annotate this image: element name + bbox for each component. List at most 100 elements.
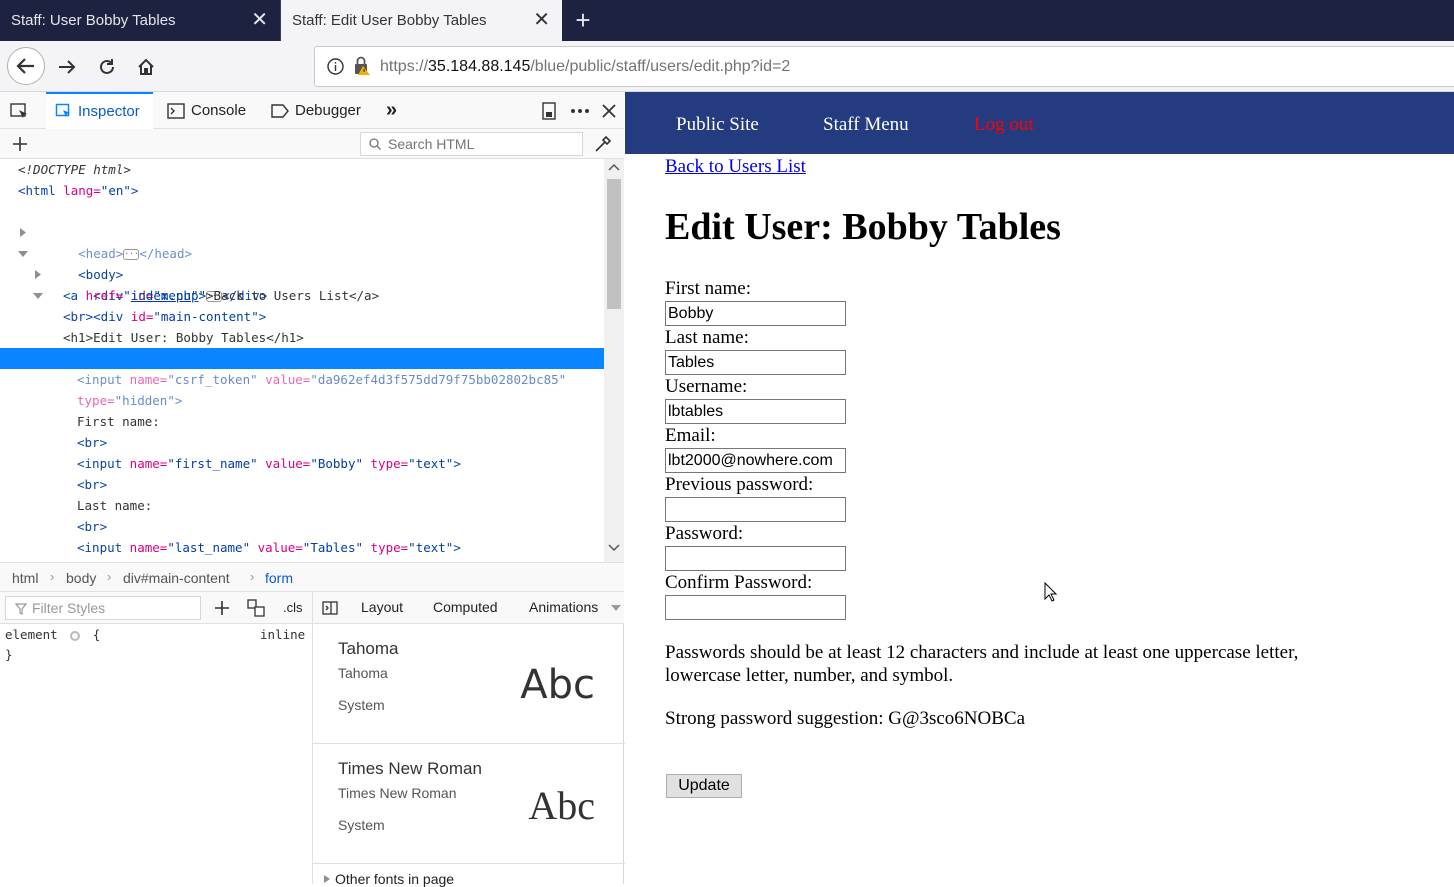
menu-staff-menu[interactable]: Staff Menu	[823, 114, 909, 136]
menu-log-out[interactable]: Log out	[974, 114, 1034, 136]
password-suggestion: Strong password suggestion: G@3sco6NOBCa	[665, 708, 1026, 729]
toggle-pseudo-class-icon[interactable]	[247, 599, 267, 617]
tab-inspector[interactable]: Inspector	[46, 92, 153, 129]
username-field[interactable]: lbtables	[665, 399, 846, 424]
toggle-sidebar-icon[interactable]	[322, 601, 338, 615]
markup-line[interactable]: <br>	[0, 516, 604, 537]
close-tab-icon[interactable]: ✕	[251, 9, 268, 31]
forward-icon[interactable]	[50, 50, 84, 84]
markup-line[interactable]: <br>	[0, 306, 604, 327]
password-field[interactable]	[665, 546, 846, 571]
markup-line[interactable]: <input name="csrf_token" value="da962ef4…	[0, 369, 604, 390]
confirm-password-label: Confirm Password:	[665, 572, 813, 593]
href-link[interactable]: index.php	[131, 288, 199, 303]
tag: <br>	[77, 519, 108, 534]
breadcrumb-item-active[interactable]: form	[265, 570, 293, 586]
markup-scrollbar[interactable]	[604, 159, 624, 562]
cls-button[interactable]: .cls	[283, 600, 303, 615]
more-tools-icon[interactable]: »	[386, 92, 397, 129]
markup-line[interactable]: <input name="first_name" value="Bobby" t…	[0, 453, 604, 474]
rule-source[interactable]: inline	[260, 627, 305, 642]
back-to-users-link[interactable]: Back to Users List	[665, 156, 806, 178]
close-tab-icon[interactable]: ✕	[533, 9, 550, 31]
url-scheme: https://	[380, 58, 429, 75]
home-icon[interactable]	[129, 50, 163, 84]
navigation-toolbar: https://35.184.88.145/blue/public/staff/…	[0, 41, 1454, 92]
browser-tab-active[interactable]: Staff: Edit User Bobby Tables ✕	[281, 0, 562, 41]
insecure-lock-icon[interactable]	[353, 56, 371, 76]
add-rule-icon[interactable]	[214, 600, 230, 616]
markup-line[interactable]: <a href="index.php">Back to Users List</…	[0, 285, 604, 306]
menu-public-site[interactable]: Public Site	[676, 114, 759, 136]
markup-line[interactable]: Last name:	[0, 495, 604, 516]
page-title: Edit User: Bobby Tables	[665, 206, 1061, 248]
attr-value: "last_name"	[167, 540, 251, 555]
tag: >	[453, 456, 461, 471]
scrollbar-thumb[interactable]	[607, 179, 621, 309]
tab-layout[interactable]: Layout	[361, 599, 403, 615]
add-node-icon[interactable]	[12, 136, 28, 152]
markup-line[interactable]: type="hidden">	[0, 390, 604, 411]
sidebar-tabs: Layout Computed Animations	[312, 592, 624, 624]
url-bar[interactable]: https://35.184.88.145/blue/public/staff/…	[314, 46, 1454, 87]
tag: <html	[18, 183, 56, 198]
filter-styles-input[interactable]: Filter Styles	[5, 596, 201, 620]
rule-open-brace: {	[92, 627, 101, 642]
other-fonts-toggle[interactable]: Other fonts in page	[323, 871, 454, 887]
back-icon[interactable]	[7, 47, 45, 85]
markup-line[interactable]: <h1>Edit User: Bobby Tables</h1>	[0, 327, 604, 348]
tab-animations[interactable]: Animations	[529, 599, 598, 615]
markup-line[interactable]: <html lang="en">	[0, 180, 604, 201]
info-icon[interactable]	[327, 58, 344, 75]
tab-console[interactable]: Console	[167, 92, 246, 129]
attr: name=	[122, 372, 168, 387]
search-html-input[interactable]: Search HTML	[360, 132, 583, 156]
expand-arrow-icon	[324, 875, 330, 883]
font-name: Tahoma	[338, 639, 399, 658]
attr: lang=	[55, 183, 101, 198]
previous-password-field[interactable]	[665, 497, 846, 522]
debugger-icon	[271, 103, 289, 118]
markup-line-selected[interactable]: <form action="edit.php?id=2" method="pos…	[0, 348, 604, 408]
update-button[interactable]: Update	[666, 774, 742, 798]
email-label: Email:	[665, 425, 716, 446]
chevron-down-icon[interactable]	[611, 605, 621, 611]
tab-computed[interactable]: Computed	[433, 599, 498, 615]
last-name-field[interactable]: Tables	[665, 350, 846, 375]
eyedropper-icon[interactable]	[594, 135, 612, 153]
markup-line[interactable]: <div id="menu">···</div>	[0, 243, 604, 303]
scroll-down-icon[interactable]	[608, 544, 620, 552]
markup-line[interactable]: <head>···</head>	[0, 201, 604, 261]
confirm-password-field[interactable]	[665, 595, 846, 620]
first-name-field[interactable]: Bobby	[665, 301, 846, 326]
devtools-toolbar: Inspector Console Debugger »	[0, 92, 624, 129]
markup-line[interactable]: <body>	[0, 222, 604, 282]
rule-close-brace: }	[5, 647, 13, 662]
password-requirements: Passwords should be at least 12 characte…	[665, 642, 1299, 686]
breadcrumb-item[interactable]: div#main-content	[123, 570, 230, 586]
markup-line[interactable]: <br>	[0, 432, 604, 453]
font-preview: Abc	[528, 783, 595, 828]
markup-line[interactable]: <!DOCTYPE html>	[0, 159, 604, 180]
dock-side-icon[interactable]	[541, 92, 563, 129]
element-picker-icon[interactable]	[9, 92, 35, 129]
markup-line[interactable]: First name:	[0, 411, 604, 432]
breadcrumb-item[interactable]: html	[12, 570, 38, 586]
breadcrumb-item[interactable]: body	[66, 570, 96, 586]
markup-line[interactable]: <input name="last_name" value="Tables" t…	[0, 537, 604, 558]
chevron-right-icon: ›	[250, 569, 255, 584]
browser-tab[interactable]: Staff: User Bobby Tables ✕	[0, 0, 280, 41]
markup-line[interactable]: <div id="main-content">	[0, 264, 604, 324]
scroll-up-icon[interactable]	[608, 163, 620, 171]
attr: type=	[77, 393, 115, 408]
options-menu-icon[interactable]	[570, 92, 596, 129]
reload-icon[interactable]	[90, 50, 124, 84]
font-source: System	[338, 697, 385, 713]
attr: href=	[78, 288, 124, 303]
new-tab-icon[interactable]: +	[570, 6, 596, 34]
tab-debugger[interactable]: Debugger	[271, 92, 361, 129]
close-devtools-icon[interactable]	[602, 92, 622, 129]
markup-line[interactable]: <br>	[0, 474, 604, 495]
gear-icon[interactable]	[69, 630, 81, 642]
email-field[interactable]: lbt2000@nowhere.com	[665, 448, 846, 473]
